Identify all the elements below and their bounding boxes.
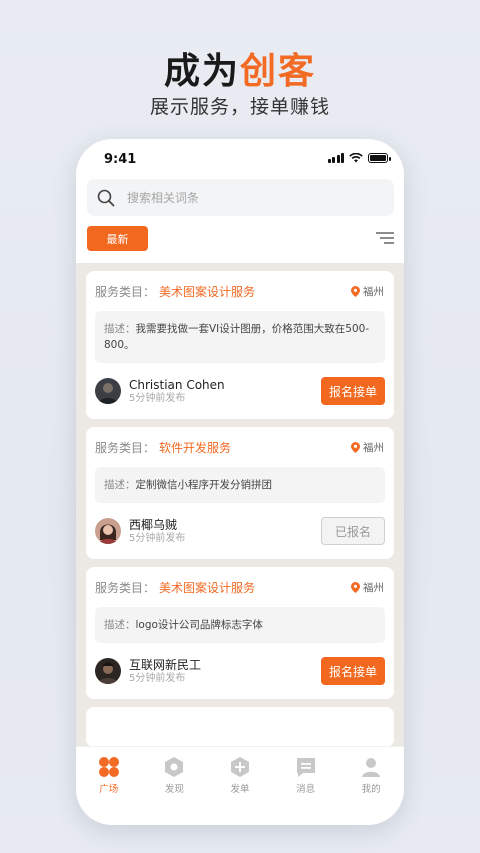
- tab-label: 发现: [164, 784, 184, 795]
- location: 福州: [351, 580, 384, 595]
- profile-icon: [362, 758, 381, 777]
- promo-subtitle: 展示服务，接单赚钱: [149, 96, 330, 118]
- category-value: 软件开发服务: [159, 440, 232, 455]
- status-icons: [327, 153, 391, 163]
- bottom-tab-bar: 广场 发现 发单 消息 我的: [76, 746, 404, 825]
- poster-row: 西椰乌贼 5分钟前发布 已报名: [95, 515, 385, 547]
- location-pin-icon: [351, 286, 360, 297]
- location-pin-icon: [351, 442, 360, 453]
- promo-title-main: 成为: [163, 51, 240, 92]
- poster-info: 西椰乌贼 5分钟前发布: [129, 518, 185, 545]
- tab-messages[interactable]: 消息: [279, 756, 333, 825]
- poster-row: Christian Cohen 5分钟前发布 报名接单: [95, 375, 385, 407]
- applied-button[interactable]: 已报名: [321, 517, 385, 545]
- order-card-partial[interactable]: [86, 707, 394, 746]
- tab-label: 广场: [99, 784, 119, 795]
- tab-square[interactable]: 广场: [82, 756, 136, 825]
- poster-name: 互联网新民工: [129, 657, 202, 672]
- latest-sort-button[interactable]: 最新: [87, 226, 148, 251]
- order-card[interactable]: 服务类目： 美术图案设计服务 福州 描述：logo设计公司品牌标志字体 互联网新…: [86, 567, 394, 699]
- location-text: 福州: [363, 286, 384, 298]
- poster-info: Christian Cohen 5分钟前发布: [129, 378, 225, 405]
- signal-icon: [327, 153, 344, 163]
- location: 福州: [351, 440, 384, 455]
- description-box: 描述：logo设计公司品牌标志字体: [95, 607, 385, 643]
- tab-publish[interactable]: 发单: [213, 756, 267, 825]
- tab-discover[interactable]: 发现: [147, 756, 201, 825]
- description-text: logo设计公司品牌标志字体: [135, 619, 263, 631]
- description-label: 描述：: [104, 619, 136, 631]
- apply-order-button[interactable]: 报名接单: [321, 657, 385, 685]
- apply-order-button[interactable]: 报名接单: [321, 377, 385, 405]
- status-bar: 9:41: [76, 139, 404, 179]
- filter-row: 最新: [87, 226, 394, 252]
- description-label: 描述：: [104, 323, 136, 335]
- location: 福州: [351, 284, 384, 299]
- status-time: 9:41: [104, 152, 137, 167]
- description-box: 描述：定制微信小程序开发分销拼团: [95, 467, 385, 503]
- category-label: 服务类目：: [95, 284, 156, 299]
- promo-title-accent: 创客: [240, 51, 317, 92]
- poster-info: 互联网新民工 5分钟前发布: [129, 658, 201, 685]
- avatar[interactable]: [95, 518, 121, 544]
- tab-profile[interactable]: 我的: [344, 756, 398, 825]
- order-card[interactable]: 服务类目： 美术图案设计服务 福州 描述：我需要找做一套VI设计图册，价格范围大…: [86, 271, 394, 419]
- category-label: 服务类目：: [95, 580, 156, 595]
- discover-icon: [165, 757, 184, 777]
- location-text: 福州: [363, 442, 384, 454]
- category-row: 服务类目： 美术图案设计服务: [95, 281, 385, 301]
- location-pin-icon: [351, 582, 360, 593]
- tab-label: 消息: [296, 784, 316, 795]
- category-row: 服务类目： 美术图案设计服务: [95, 577, 385, 597]
- wifi-icon: [349, 153, 363, 163]
- search-input[interactable]: [127, 190, 367, 205]
- order-feed[interactable]: 服务类目： 美术图案设计服务 福州 描述：我需要找做一套VI设计图册，价格范围大…: [76, 263, 404, 746]
- square-grid-icon: [98, 757, 119, 777]
- posted-time: 5分钟前发布: [129, 532, 186, 544]
- description-box: 描述：我需要找做一套VI设计图册，价格范围大致在500-800。: [95, 311, 385, 363]
- tab-label: 发单: [230, 784, 250, 795]
- poster-row: 互联网新民工 5分钟前发布 报名接单: [95, 655, 385, 687]
- promo-title: 成为创客: [0, 42, 480, 94]
- order-card[interactable]: 服务类目： 软件开发服务 福州 描述：定制微信小程序开发分销拼团 西椰乌贼 5分…: [86, 427, 394, 559]
- battery-icon: [368, 153, 391, 163]
- avatar[interactable]: [95, 378, 121, 404]
- category-label: 服务类目：: [95, 440, 156, 455]
- posted-time: 5分钟前发布: [129, 672, 186, 684]
- posted-time: 5分钟前发布: [129, 392, 186, 404]
- phone-frame: 9:41 最新 服: [76, 139, 404, 825]
- poster-name: Christian Cohen: [129, 377, 225, 392]
- filter-list-icon[interactable]: [376, 231, 394, 245]
- category-row: 服务类目： 软件开发服务: [95, 437, 385, 457]
- description-label: 描述：: [104, 479, 136, 491]
- description-text: 定制微信小程序开发分销拼团: [135, 479, 273, 491]
- message-icon: [296, 758, 315, 777]
- publish-icon: [230, 757, 249, 777]
- search-icon: [97, 189, 115, 206]
- location-text: 福州: [363, 582, 384, 594]
- search-bar[interactable]: [87, 179, 394, 216]
- description-text: 我需要找做一套VI设计图册，价格范围大致在500-800。: [104, 323, 370, 351]
- tab-label: 我的: [361, 784, 381, 795]
- category-value: 美术图案设计服务: [159, 580, 256, 595]
- category-value: 美术图案设计服务: [159, 284, 256, 299]
- avatar[interactable]: [95, 658, 121, 684]
- poster-name: 西椰乌贼: [129, 517, 178, 532]
